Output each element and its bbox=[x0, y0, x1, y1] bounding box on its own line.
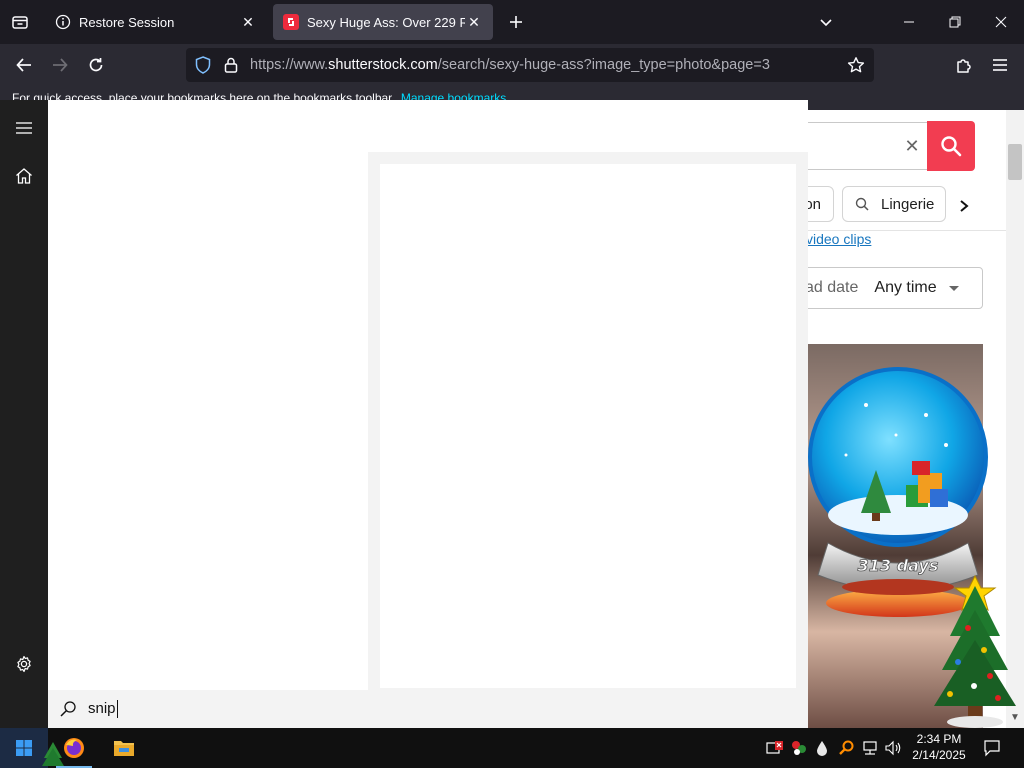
start-menu-rail bbox=[0, 100, 48, 728]
restore-button[interactable] bbox=[932, 0, 978, 44]
network-icon[interactable] bbox=[860, 738, 880, 758]
windows-logo-icon bbox=[16, 740, 32, 756]
filter-label: ad date bbox=[805, 279, 859, 296]
close-window-button[interactable] bbox=[978, 0, 1024, 44]
minimize-button[interactable] bbox=[886, 0, 932, 44]
video-clips-link[interactable]: video clips bbox=[806, 231, 871, 247]
countdown-days-label: 313 days bbox=[858, 556, 939, 575]
chips-next-button[interactable] bbox=[950, 192, 978, 220]
search-icon bbox=[941, 136, 962, 157]
notification-icon bbox=[984, 740, 1000, 757]
close-tab-icon[interactable]: ✕ bbox=[465, 13, 483, 31]
restore-icon bbox=[949, 16, 961, 28]
related-search-chip[interactable]: Lingerie bbox=[842, 186, 946, 222]
caret-down-icon bbox=[948, 285, 959, 291]
christmas-tray-icon[interactable] bbox=[789, 738, 809, 758]
reload-icon bbox=[89, 58, 103, 72]
search-query-text: snip bbox=[88, 699, 116, 717]
firefox-icon bbox=[64, 738, 84, 758]
tab-restore-session[interactable]: Restore Session ✕ bbox=[45, 4, 267, 40]
tab-shutterstock[interactable]: Sexy Huge Ass: Over 229 Royalt ✕ bbox=[273, 4, 493, 40]
url-path: /search/sexy-huge-ass?image_type=photo&p… bbox=[437, 57, 770, 73]
close-tab-icon[interactable]: ✕ bbox=[239, 13, 257, 31]
minimize-icon bbox=[904, 21, 914, 23]
search-icon bbox=[855, 197, 869, 211]
action-center-button[interactable] bbox=[980, 736, 1004, 760]
reload-button[interactable] bbox=[81, 50, 111, 80]
christmas-tree-gadget[interactable] bbox=[928, 566, 1022, 728]
clock-date: 2/14/2025 bbox=[912, 748, 966, 762]
settings-button[interactable] bbox=[4, 644, 44, 684]
home-icon bbox=[16, 168, 32, 184]
filter-value: Any time bbox=[874, 279, 937, 296]
tab-bar: Restore Session ✕ Sexy Huge Ass: Over 22… bbox=[0, 0, 1024, 44]
close-icon bbox=[995, 16, 1007, 28]
text-caret bbox=[116, 700, 118, 719]
chip-label: Lingerie bbox=[881, 195, 935, 213]
url-prefix: https://www. bbox=[250, 57, 329, 73]
search-tray-icon[interactable] bbox=[836, 738, 856, 758]
hamburger-menu-icon bbox=[16, 122, 32, 134]
clock-time: 2:34 PM bbox=[916, 732, 962, 746]
new-tab-button[interactable] bbox=[502, 8, 530, 36]
start-home-button[interactable] bbox=[4, 156, 44, 196]
back-button[interactable] bbox=[9, 50, 39, 80]
firefox-view-icon bbox=[12, 16, 28, 29]
clear-search-icon[interactable]: ✕ bbox=[902, 136, 922, 156]
address-bar[interactable]: https://www.shutterstock.com/search/sexy… bbox=[186, 48, 874, 82]
search-icon bbox=[58, 699, 78, 719]
arrow-left-icon bbox=[16, 58, 31, 72]
gear-icon bbox=[17, 655, 31, 673]
firefox-view-button[interactable] bbox=[0, 0, 40, 44]
list-all-tabs-button[interactable] bbox=[812, 8, 840, 36]
taskbar-clock[interactable]: 2:34 PM 2/14/2025 bbox=[908, 731, 970, 763]
start-expand-button[interactable] bbox=[4, 108, 44, 148]
chevron-down-icon bbox=[820, 19, 832, 27]
start-search-box[interactable]: snip bbox=[48, 690, 808, 728]
info-icon bbox=[55, 14, 71, 30]
droplet-icon[interactable] bbox=[812, 738, 832, 758]
extensions-button[interactable] bbox=[949, 50, 979, 80]
search-query[interactable]: snip bbox=[88, 699, 118, 719]
plus-icon bbox=[510, 16, 522, 28]
arrow-right-icon bbox=[53, 58, 68, 72]
desktop: Restore Session ✕ Sexy Huge Ass: Over 22… bbox=[0, 0, 1024, 768]
app-menu-button[interactable] bbox=[985, 50, 1015, 80]
forward-button[interactable] bbox=[45, 50, 75, 80]
security-shield-icon[interactable] bbox=[765, 738, 785, 758]
search-button[interactable] bbox=[927, 121, 975, 171]
url-text: https://www.shutterstock.com/search/sexy… bbox=[250, 57, 770, 73]
chevron-right-icon bbox=[960, 200, 969, 212]
volume-icon[interactable] bbox=[884, 738, 904, 758]
tab-title: Sexy Huge Ass: Over 229 Royalt bbox=[307, 14, 465, 30]
scrollbar-thumb[interactable] bbox=[1008, 144, 1022, 180]
file-explorer-taskbar-button[interactable] bbox=[100, 728, 148, 768]
tracking-protection-shield-icon[interactable] bbox=[194, 56, 212, 74]
tab-title: Restore Session bbox=[79, 14, 175, 30]
preview-pane-content bbox=[380, 164, 796, 688]
hamburger-menu-icon bbox=[993, 59, 1007, 71]
bookmark-star-icon[interactable] bbox=[846, 55, 866, 75]
url-domain: shutterstock.com bbox=[328, 57, 438, 73]
folder-icon bbox=[114, 741, 134, 756]
puzzle-piece-icon bbox=[957, 59, 971, 73]
taskbar: 2:34 PM 2/14/2025 bbox=[0, 728, 1024, 768]
navigation-toolbar: https://www.shutterstock.com/search/sexy… bbox=[0, 44, 1024, 86]
firefox-taskbar-button[interactable] bbox=[50, 728, 98, 768]
lock-icon[interactable] bbox=[222, 56, 240, 74]
shutterstock-favicon-icon bbox=[283, 14, 299, 30]
